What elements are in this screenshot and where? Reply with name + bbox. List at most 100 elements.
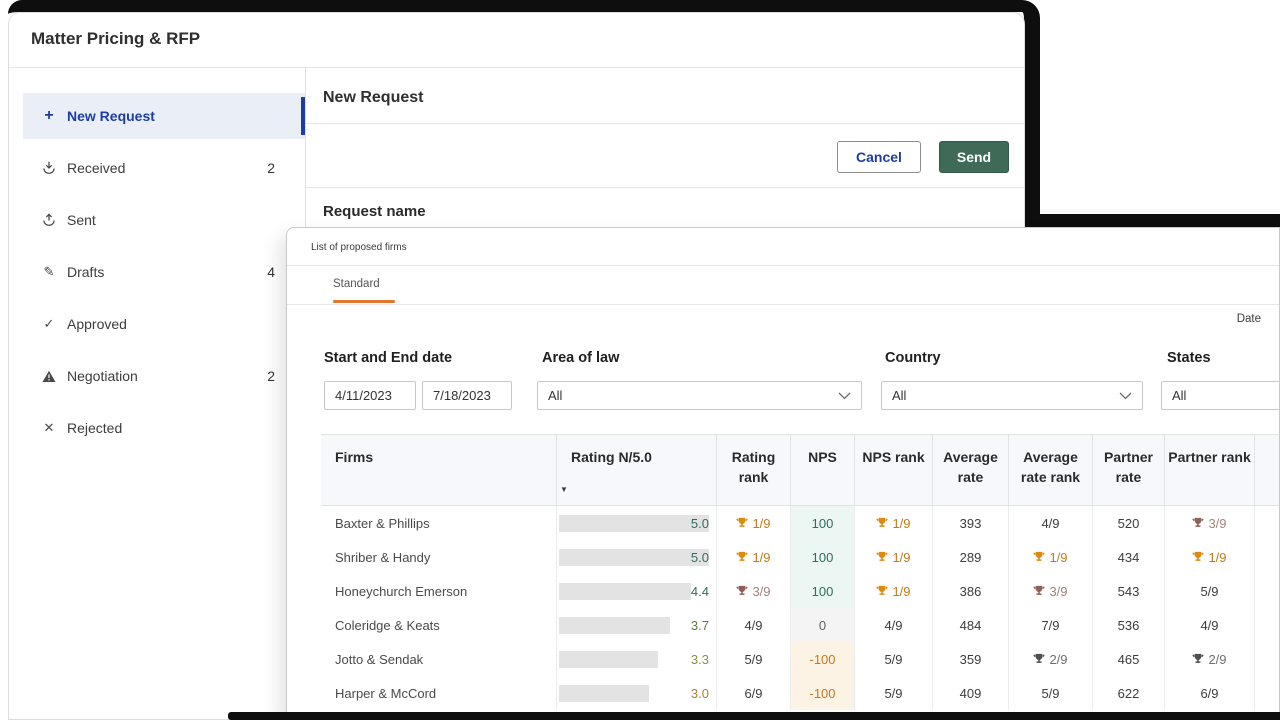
header-divider: [9, 67, 1024, 68]
column-header-rating[interactable]: Rating N/5.0 ▼: [557, 435, 717, 505]
area-of-law-select[interactable]: All: [537, 381, 862, 410]
states-select[interactable]: All: [1161, 381, 1280, 410]
area-of-law-label: Area of law: [542, 350, 619, 366]
partner-rate-cell: 536: [1093, 608, 1165, 642]
firms-table-header: Firms Rating N/5.0 ▼ Rating rank NPS NPS…: [321, 434, 1280, 506]
sidebar-item-new-request[interactable]: + New Request: [23, 93, 305, 139]
trophy-icon: [876, 517, 888, 529]
chevron-down-icon: [838, 388, 851, 403]
partner-rank-cell: 1/9: [1165, 540, 1255, 574]
table-row[interactable]: Shriber & Handy5.01/91001/92891/94341/9: [321, 540, 1280, 574]
rating-cell: 4.4: [557, 574, 717, 608]
rating-rank-cell: 5/9: [717, 642, 791, 676]
content-divider: [306, 187, 1024, 188]
send-button[interactable]: Send: [939, 141, 1009, 173]
rank-label: 3/9: [1208, 516, 1226, 531]
rank-label: 6/9: [744, 686, 762, 701]
outbox-upload-icon: [41, 213, 57, 227]
content-divider: [306, 123, 1024, 124]
sidebar-item-sent[interactable]: Sent: [23, 197, 305, 243]
date-range-label: Start and End date: [324, 350, 452, 366]
cancel-button[interactable]: Cancel: [837, 141, 921, 173]
sidebar-item-count: 2: [267, 160, 275, 176]
column-header-partner-rate[interactable]: Partner rate: [1093, 435, 1165, 505]
sidebar-item-label: Drafts: [67, 264, 104, 280]
firms-table: Firms Rating N/5.0 ▼ Rating rank NPS NPS…: [321, 434, 1280, 710]
firms-table-body: Baxter & Phillips5.01/91001/93934/95203/…: [321, 506, 1280, 710]
column-header-partner-rank[interactable]: Partner rank: [1165, 435, 1255, 505]
rating-bar: [559, 617, 670, 634]
rank-label: 3/9: [752, 584, 770, 599]
nps-rank-cell: 4/9: [855, 608, 933, 642]
clipped-column-cell: [1255, 574, 1280, 608]
start-date-input[interactable]: 4/11/2023: [324, 381, 416, 410]
rank-label: 2/9: [1049, 652, 1067, 667]
chevron-down-icon: [1119, 388, 1132, 403]
rank-label: 5/9: [1200, 584, 1218, 599]
rating-bar: [559, 651, 658, 668]
nps-rank-cell: 1/9: [855, 574, 933, 608]
active-tab-underline: [333, 300, 395, 303]
sidebar-item-received[interactable]: Received 2: [23, 145, 305, 191]
rank-label: 2/9: [1208, 652, 1226, 667]
trophy-icon: [876, 551, 888, 563]
rank-label: 4/9: [1041, 516, 1059, 531]
tab-standard[interactable]: Standard: [333, 278, 380, 290]
average-rate-rank-cell: 7/9: [1009, 608, 1093, 642]
column-header-average-rate-rank[interactable]: Average rate rank: [1009, 435, 1093, 505]
nps-rank-cell: 5/9: [855, 642, 933, 676]
column-header-nps[interactable]: NPS: [791, 435, 855, 505]
rating-cell: 3.7: [557, 608, 717, 642]
end-date-input[interactable]: 7/18/2023: [422, 381, 512, 410]
firm-name-cell: Harper & McCord: [321, 676, 557, 710]
trophy-icon: [1033, 653, 1045, 665]
sidebar-item-drafts[interactable]: ✎ Drafts 4: [23, 249, 305, 295]
partner-rate-cell: 465: [1093, 642, 1165, 676]
nps-cell: 100: [791, 506, 855, 540]
rank-label: 5/9: [1041, 686, 1059, 701]
column-header-firms[interactable]: Firms: [321, 435, 557, 505]
sidebar-item-negotiation[interactable]: Negotiation 2: [23, 353, 305, 399]
table-row[interactable]: Coleridge & Keats3.74/904/94847/95364/9: [321, 608, 1280, 642]
column-header-nps-rank[interactable]: NPS rank: [855, 435, 933, 505]
rank-label: 1/9: [752, 516, 770, 531]
warning-triangle-icon: [41, 370, 57, 383]
rank-label: 7/9: [1041, 618, 1059, 633]
firm-name-cell: Jotto & Sendak: [321, 642, 557, 676]
table-row[interactable]: Honeychurch Emerson4.43/91001/93863/9543…: [321, 574, 1280, 608]
table-row[interactable]: Baxter & Phillips5.01/91001/93934/95203/…: [321, 506, 1280, 540]
column-header-rating-rank[interactable]: Rating rank: [717, 435, 791, 505]
trophy-icon: [1192, 551, 1204, 563]
sidebar-item-label: Approved: [67, 316, 127, 332]
average-rate-rank-cell: 4/9: [1009, 506, 1093, 540]
request-name-label: Request name: [323, 203, 426, 220]
trophy-icon: [1192, 653, 1204, 665]
rank-label: 5/9: [744, 652, 762, 667]
rating-value: 3.0: [691, 686, 709, 701]
column-header-label: Rating N/5.0: [571, 449, 652, 465]
app-title: Matter Pricing & RFP: [31, 29, 200, 49]
firm-name-cell: Shriber & Handy: [321, 540, 557, 574]
rating-cell: 3.0: [557, 676, 717, 710]
clipped-column-cell: [1255, 676, 1280, 710]
sidebar-item-rejected[interactable]: ✕ Rejected: [23, 405, 305, 451]
black-frame-bottom: [228, 712, 1280, 720]
rating-cell: 3.3: [557, 642, 717, 676]
rank-label: 3/9: [1049, 584, 1067, 599]
country-value: All: [892, 388, 906, 403]
rating-value: 3.7: [691, 618, 709, 633]
table-row[interactable]: Jotto & Sendak3.35/9-1005/93592/94652/9: [321, 642, 1280, 676]
overlay-title: List of proposed firms: [311, 242, 407, 253]
partner-rank-cell: 5/9: [1165, 574, 1255, 608]
column-header-average-rate[interactable]: Average rate: [933, 435, 1009, 505]
trophy-icon: [876, 585, 888, 597]
overlay-divider: [287, 265, 1279, 266]
rating-rank-cell: 1/9: [717, 540, 791, 574]
nps-rank-cell: 5/9: [855, 676, 933, 710]
rank-label: 6/9: [1200, 686, 1218, 701]
table-row[interactable]: Harper & McCord3.06/9-1005/94095/96226/9: [321, 676, 1280, 710]
partner-rank-cell: 6/9: [1165, 676, 1255, 710]
states-label: States: [1167, 350, 1211, 366]
sidebar-item-approved[interactable]: ✓ Approved: [23, 301, 305, 347]
country-select[interactable]: All: [881, 381, 1143, 410]
